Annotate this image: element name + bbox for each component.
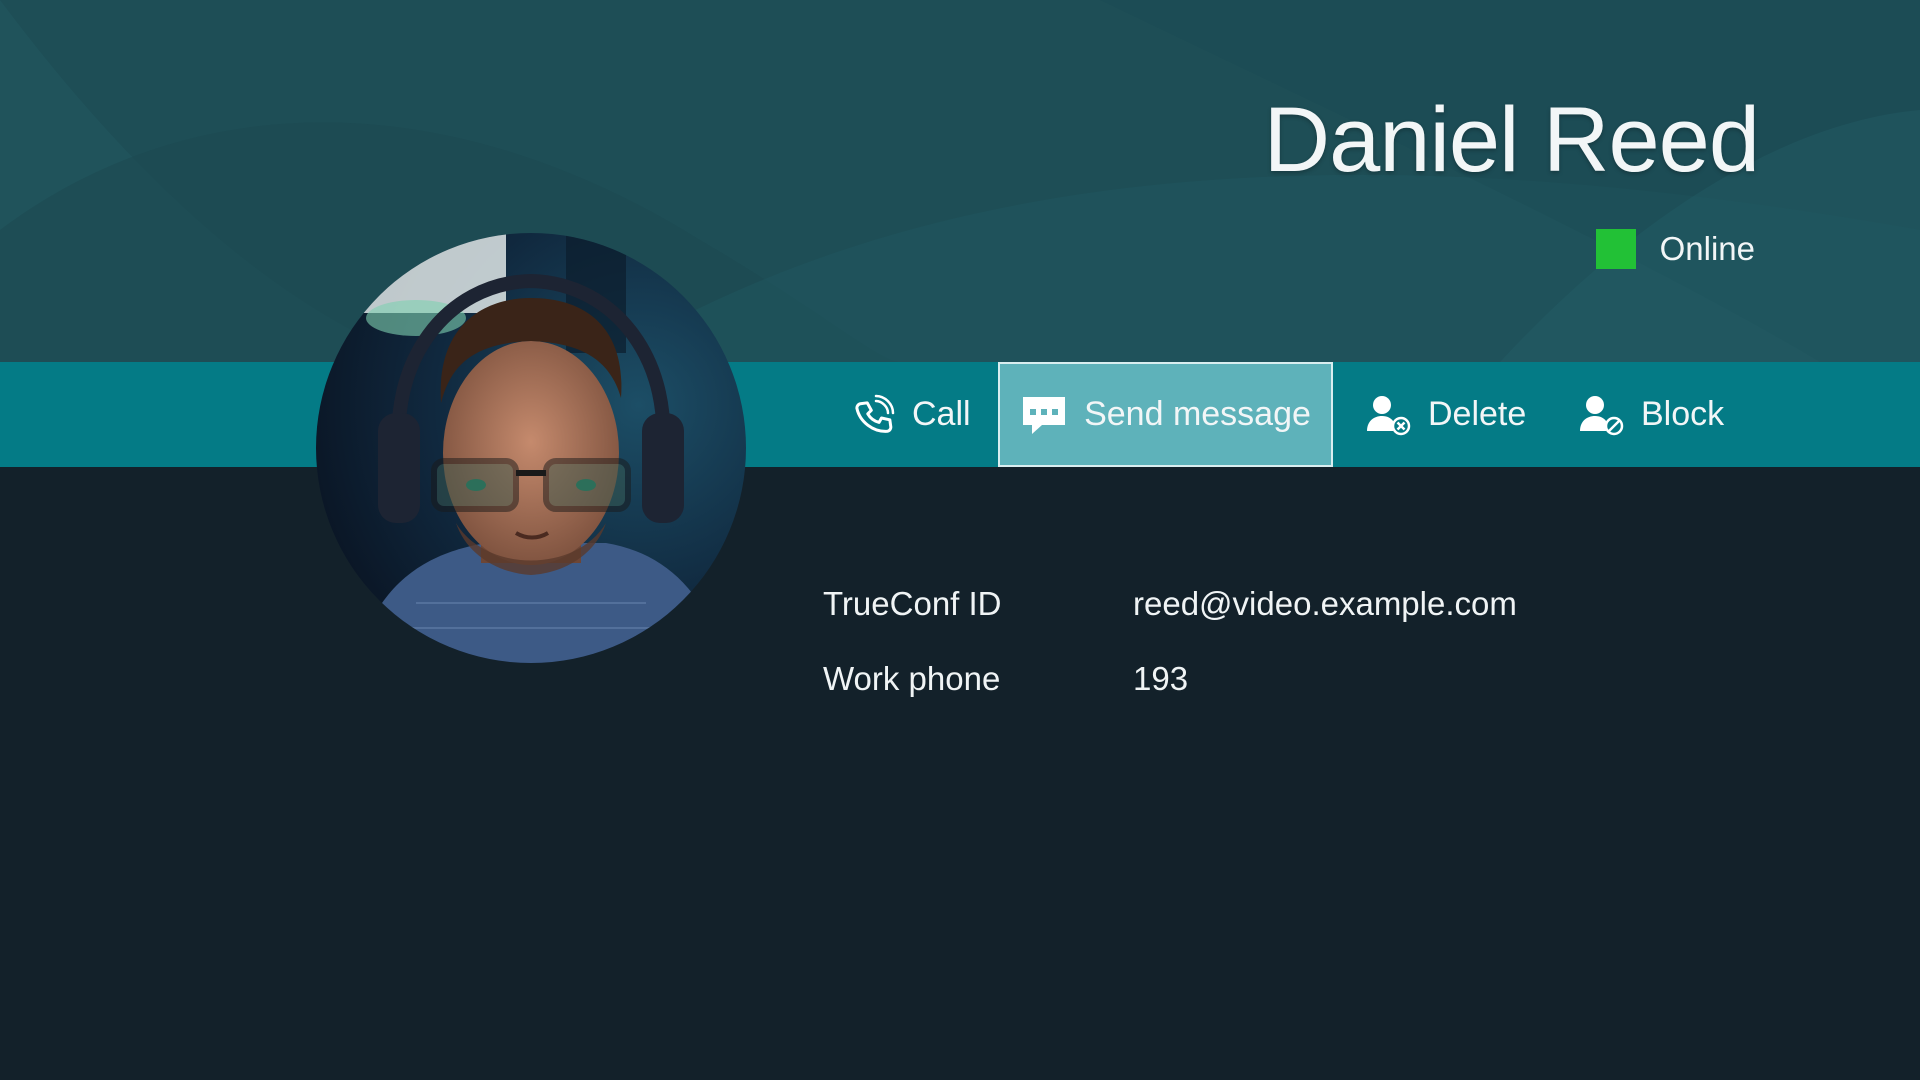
send-message-label: Send message — [1084, 395, 1311, 433]
status-indicator — [1595, 229, 1636, 269]
profile-header: Daniel Reed Online — [0, 0, 1920, 362]
user-block-icon — [1580, 395, 1624, 435]
detail-value: 193 — [1133, 660, 1189, 697]
phone-icon — [855, 394, 895, 433]
block-button[interactable]: Block — [1579, 362, 1724, 467]
status-label: Online — [1659, 230, 1755, 267]
delete-button[interactable]: Delete — [1366, 362, 1526, 467]
avatar-photo — [316, 233, 746, 663]
call-label: Call — [912, 395, 971, 433]
presence-status: Online — [1595, 228, 1755, 270]
user-remove-icon — [1367, 395, 1411, 435]
message-icon — [1023, 396, 1066, 434]
contact-avatar — [316, 233, 746, 663]
action-toolbar: Call Send message Delete Block — [0, 362, 1920, 467]
send-message-button[interactable]: Send message — [998, 362, 1333, 467]
detail-label: Work phone — [823, 660, 1001, 697]
delete-label: Delete — [1428, 395, 1527, 433]
call-button[interactable]: Call — [852, 362, 971, 467]
detail-label: TrueConf ID — [823, 585, 1002, 622]
detail-value: reed@video.example.com — [1133, 585, 1517, 622]
contact-name: Daniel Reed — [1263, 89, 1760, 191]
block-label: Block — [1641, 395, 1725, 433]
